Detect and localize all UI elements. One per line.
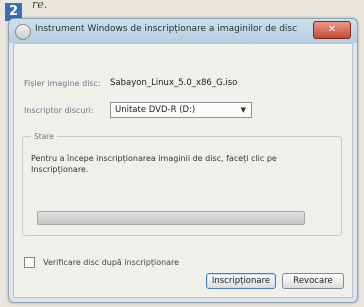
source-file-value: Sabayon_Linux_5.0_x86_G.iso — [110, 78, 238, 88]
disc-burner-icon — [15, 24, 31, 40]
close-button[interactable]: ✕ — [313, 21, 351, 39]
status-group: Stare Pentru a începe inscripționarea im… — [22, 132, 342, 236]
burner-select[interactable]: Unitate DVD-R (D:) ▼ — [110, 102, 252, 118]
close-icon: ✕ — [327, 24, 337, 35]
window-title: Instrument Windows de inscripționare a i… — [35, 24, 298, 34]
chevron-down-icon: ▼ — [240, 106, 246, 114]
window-content: Fișier imagine disc: Sabayon_Linux_5.0_x… — [13, 43, 353, 298]
burner-label: Inscriptor discuri: — [24, 106, 94, 115]
source-file-label: Fișier imagine disc: — [24, 79, 101, 88]
burner-selected-value: Unitate DVD-R (D:) — [115, 105, 196, 115]
title-bar[interactable]: Instrument Windows de inscripționare a i… — [9, 19, 357, 43]
page-text-fragment: re. — [32, 0, 48, 11]
status-group-title: Stare — [31, 132, 57, 141]
verify-disc-checkbox[interactable] — [24, 257, 35, 268]
cancel-button[interactable]: Revocare — [282, 273, 344, 289]
burn-button[interactable]: Inscripționare — [206, 273, 276, 289]
burn-disc-image-window: Instrument Windows de inscripționare a i… — [8, 18, 358, 303]
verify-disc-label: Verificare disc după inscripționare — [43, 258, 180, 267]
burn-progress-bar — [37, 211, 305, 225]
verify-disc-option[interactable]: Verificare disc după inscripționare — [24, 252, 179, 271]
status-message: Pentru a începe inscripționarea imaginii… — [31, 154, 277, 174]
